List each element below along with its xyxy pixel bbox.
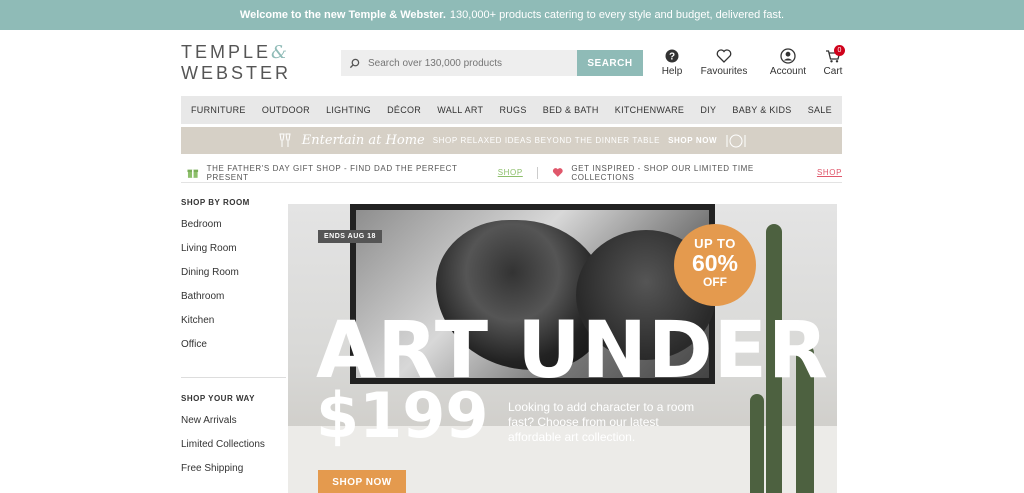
promo-shop-now[interactable]: SHOP NOW: [668, 136, 717, 145]
cart-count-badge: 0: [834, 45, 845, 56]
badge-percent: 60%: [691, 250, 739, 276]
hero-headline: ART UNDER: [316, 306, 829, 396]
nav-baby-kids[interactable]: BABY & KIDS: [732, 105, 791, 115]
heart-icon: [716, 49, 732, 63]
announcement-text: 130,000+ products catering to every styl…: [449, 9, 785, 21]
nav-bed-bath[interactable]: BED & BATH: [543, 105, 599, 115]
badge-up-to: UP TO: [694, 236, 736, 251]
logo-amp: &: [271, 42, 291, 63]
fathers-day-text: THE FATHER'S DAY GIFT SHOP - FIND DAD TH…: [206, 163, 458, 182]
announcement-bold: Welcome to the new Temple & Webster.: [239, 9, 446, 21]
nav-sale[interactable]: SALE: [808, 105, 832, 115]
announcement-bar: Welcome to the new Temple & Webster. 130…: [0, 0, 1024, 30]
heart-filled-icon: [552, 168, 563, 177]
search-button[interactable]: SEARCH: [577, 50, 643, 76]
nav-lighting[interactable]: LIGHTING: [326, 105, 371, 115]
favourites-label: Favourites: [700, 66, 748, 77]
account-icon: [780, 48, 796, 64]
help-icon: ?: [665, 49, 679, 63]
nav-wall-art[interactable]: WALL ART: [437, 105, 483, 115]
sidebar-item-bedroom[interactable]: Bedroom: [181, 219, 286, 243]
sidebar-item-office[interactable]: Office: [181, 339, 286, 363]
search-icon: [349, 58, 360, 68]
nav-kitchenware[interactable]: KITCHENWARE: [615, 105, 684, 115]
shop-by-room-heading: SHOP BY ROOM: [181, 198, 250, 207]
help-link[interactable]: ? Help: [658, 48, 686, 77]
ends-date-tag: ENDS AUG 18: [318, 230, 382, 243]
account-link[interactable]: Account: [766, 48, 810, 77]
promo-banner[interactable]: Entertain at Home SHOP RELAXED IDEAS BEY…: [181, 127, 842, 154]
sidebar-item-free-shipping[interactable]: Free Shipping: [181, 463, 286, 487]
sidebar-item-limited-collections[interactable]: Limited Collections: [181, 439, 286, 463]
nav-furniture[interactable]: FURNITURE: [191, 105, 246, 115]
site-header: TEMPLE& WEBSTER SEARCH ? Help Favourites…: [0, 30, 1024, 96]
hero-banner[interactable]: ENDS AUG 18 UP TO 60% OFF ART UNDER $199…: [288, 204, 837, 493]
search-input[interactable]: [368, 57, 568, 69]
header-actions: ? Help Favourites Account Cart 0: [658, 45, 848, 77]
logo-line1: TEMPLE: [181, 42, 272, 62]
logo[interactable]: TEMPLE& WEBSTER: [181, 42, 299, 84]
cactus-image-3: [750, 394, 764, 493]
discount-badge: UP TO 60% OFF: [674, 224, 756, 306]
sidebar-item-new-arrivals[interactable]: New Arrivals: [181, 415, 286, 439]
promo-text: SHOP RELAXED IDEAS BEYOND THE DINNER TAB…: [432, 136, 661, 145]
fathers-day-shop-link[interactable]: SHOP: [498, 168, 523, 177]
hero-shop-now-button[interactable]: SHOP NOW: [318, 470, 406, 493]
nav-outdoor[interactable]: OUTDOOR: [262, 105, 310, 115]
sidebar: SHOP BY ROOM Bedroom Living Room Dining …: [181, 198, 286, 487]
cart-label: Cart: [823, 66, 843, 77]
account-label: Account: [769, 66, 807, 77]
inspired-text: GET INSPIRED - SHOP OUR LIMITED TIME COL…: [571, 163, 754, 182]
sidebar-divider: [181, 377, 286, 378]
cart-link[interactable]: Cart 0: [818, 45, 848, 77]
info-strip: THE FATHER'S DAY GIFT SHOP - FIND DAD TH…: [181, 163, 842, 183]
nav-diy[interactable]: DIY: [700, 105, 716, 115]
shop-your-way-heading: SHOP YOUR WAY: [181, 394, 255, 403]
badge-off: OFF: [703, 275, 727, 289]
svg-text:?: ?: [669, 52, 675, 63]
hero-price: $199: [316, 379, 489, 452]
sidebar-item-dining-room[interactable]: Dining Room: [181, 267, 286, 291]
nav-rugs[interactable]: RUGS: [499, 105, 526, 115]
sidebar-item-living-room[interactable]: Living Room: [181, 243, 286, 267]
help-label: Help: [661, 66, 683, 77]
sidebar-item-bathroom[interactable]: Bathroom: [181, 291, 286, 315]
search-field-wrap: [341, 50, 577, 76]
hero-subcopy: Looking to add character to a room fast?…: [508, 400, 695, 444]
inspired-shop-link[interactable]: SHOP: [817, 168, 842, 177]
logo-line2: WEBSTER: [181, 63, 292, 83]
strip-divider: [536, 166, 538, 179]
gift-icon: [187, 169, 199, 178]
promo-script: Entertain at Home: [301, 133, 425, 148]
search-bar: SEARCH: [341, 50, 643, 76]
main-nav: FURNITURE OUTDOOR LIGHTING DÉCOR WALL AR…: [181, 96, 842, 124]
glasses-icon: [279, 133, 291, 147]
sidebar-item-kitchen[interactable]: Kitchen: [181, 315, 286, 339]
favourites-link[interactable]: Favourites: [694, 48, 754, 77]
plate-icon: [726, 134, 746, 147]
nav-decor[interactable]: DÉCOR: [387, 105, 421, 115]
